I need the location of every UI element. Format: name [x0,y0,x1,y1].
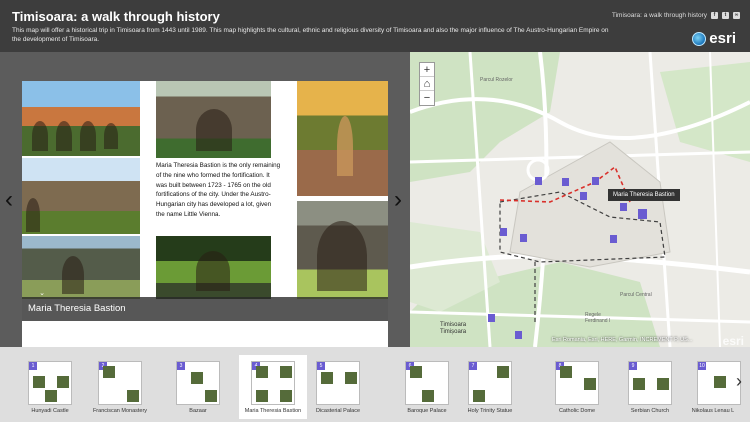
thumb-6[interactable]: 6 [405,361,449,405]
thumb-label[interactable]: Holy Trinity Statue [455,408,525,414]
archway-photo [297,201,388,299]
map-label-timisoara: Timisoara [440,322,467,328]
thumb-2[interactable]: 2 [98,361,142,405]
map-label-parcul-central: Parcul Central [620,292,652,298]
carousel-next-icon[interactable]: › [736,371,742,392]
link-icon[interactable]: ∞ [733,12,740,19]
thumb-4-active[interactable]: 4 [251,361,295,405]
app-header: Timisoara: a walk through history This m… [0,0,750,52]
map-tooltip: Maria Theresia Bastion [608,189,680,201]
zoom-controls: + ⌂ − [419,62,435,106]
thumb-5[interactable]: 5 [316,361,360,405]
thumb-label[interactable]: Catholic Dome [542,408,612,414]
thumb-1[interactable]: 1 [28,361,72,405]
statue-photo [297,81,388,196]
story-text: Maria Theresia Bastion is the only remai… [156,162,281,218]
map-label-parcul-rozelor: Parcul Rozelor [480,77,513,83]
facebook-icon[interactable]: f [711,12,718,19]
next-arrow-icon[interactable]: › [391,188,405,212]
thumb-label[interactable]: Franciscan Monastery [85,408,155,414]
thumbnail-carousel: 1 Hunyadi Castle 2 Franciscan Monastery … [0,347,750,422]
prev-arrow-icon[interactable]: ‹ [2,188,16,212]
bastion-tower-photo [22,158,140,234]
thumb-7[interactable]: 7 [468,361,512,405]
story-caption: Maria Theresia Bastion [22,297,388,321]
thumb-number: 5 [317,362,325,370]
thumb-label[interactable]: Bazaar [163,408,233,414]
thumb-label[interactable]: Maria Theresia Bastion [238,408,308,414]
thumb-3[interactable]: 3 [176,361,220,405]
bastion-window-photo [156,236,271,299]
map-canvas [410,52,750,347]
fortification-photo [22,81,140,156]
map-view[interactable]: Parcul Rozelor Parcul Central Regele Fer… [410,52,750,347]
thumb-number: 7 [469,362,477,370]
thumb-number: 3 [177,362,185,370]
thumb-label[interactable]: Nikolaus Lenau L [684,408,742,414]
thumb-number: 1 [29,362,37,370]
thumb-label[interactable]: Dicasterial Palace [303,408,373,414]
thumb-8[interactable]: 8 [555,361,599,405]
thumb-10[interactable]: 10 [697,361,741,405]
page-title: Timisoara: a walk through history [12,9,220,24]
thumb-label[interactable]: Serbian Church [615,408,685,414]
globe-icon [692,31,707,46]
page-description: This map will offer a historical trip in… [12,27,609,43]
esri-logo-text: esri [709,30,736,47]
bastion-gate-photo [156,81,271,158]
zoom-in-button[interactable]: + [420,63,434,77]
thumb-number: 9 [629,362,637,370]
thumb-label[interactable]: Baroque Palace [392,408,462,414]
map-label-ferdinand: Ferdinand I [585,318,611,324]
thumb-number: 10 [698,362,706,370]
esri-logo[interactable]: esri [692,30,736,47]
zoom-out-button[interactable]: − [420,91,434,105]
map-attribution: Esri Romania, Esri, HERE, Garmin, INCREM… [552,337,693,343]
map-label-timisoara-local: Timișoara [440,329,467,335]
home-icon[interactable]: ⌂ [420,77,434,91]
share-title: Timisoara: a walk through history [611,12,707,19]
share-bar: Timisoara: a walk through history f t ∞ [612,12,740,19]
thumb-label[interactable]: Hunyadi Castle [15,408,85,414]
map-esri-watermark: esri [722,334,744,347]
twitter-icon[interactable]: t [722,12,729,19]
thumb-9[interactable]: 9 [628,361,672,405]
